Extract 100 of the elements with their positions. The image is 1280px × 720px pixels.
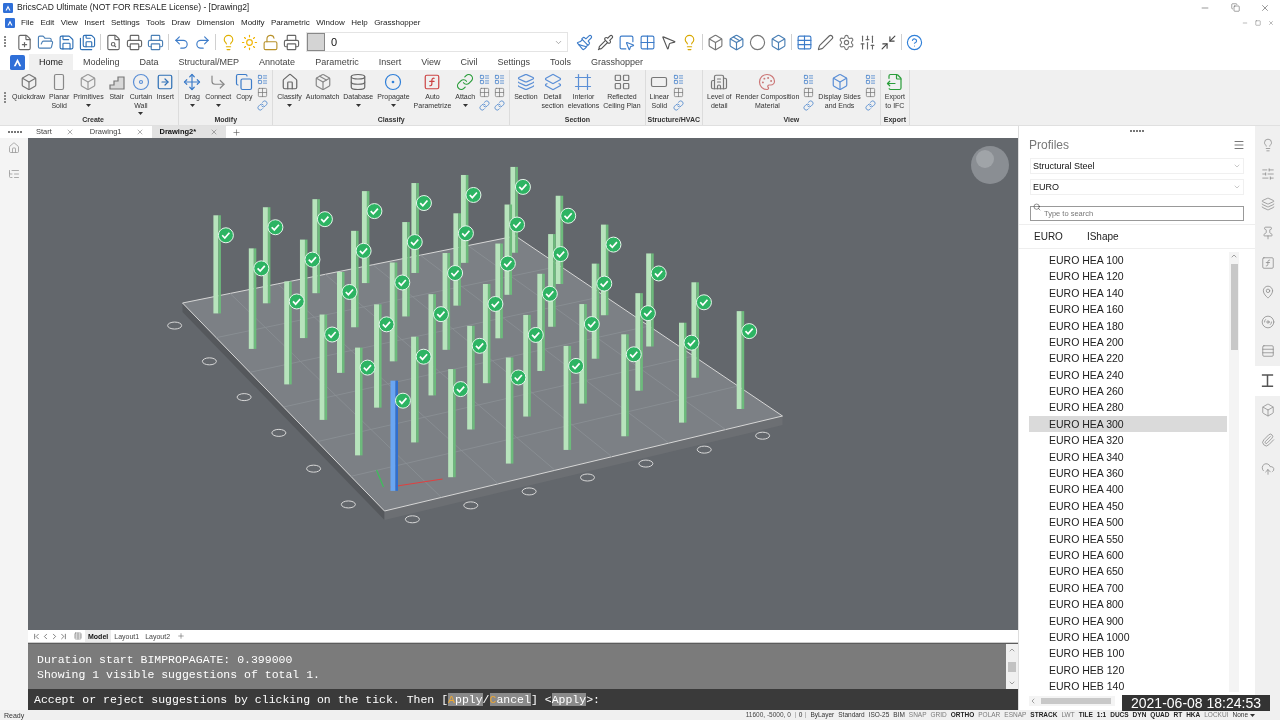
profile-list-item[interactable]: EURO HEA 650 <box>1029 563 1227 580</box>
package-icon[interactable] <box>728 33 745 51</box>
cube-icon[interactable] <box>707 33 724 51</box>
scrollbar-thumb[interactable] <box>1041 698 1111 704</box>
document-restore-icon[interactable] <box>1255 19 1261 26</box>
grid-icon[interactable] <box>639 33 656 51</box>
profile-list-item[interactable]: EURO HEA 180 <box>1029 317 1227 334</box>
close-icon[interactable] <box>1260 2 1270 13</box>
home-icon[interactable] <box>8 142 20 154</box>
scrollbar-thumb[interactable] <box>1008 661 1016 672</box>
vertical-scrollbar[interactable] <box>1229 252 1239 692</box>
plus-icon[interactable] <box>177 632 186 640</box>
profile-list-item[interactable]: EURO HEB 100 <box>1029 645 1227 662</box>
save-icon[interactable] <box>58 33 75 51</box>
sliders-icon[interactable] <box>859 33 876 51</box>
layers-icon[interactable] <box>1260 196 1275 211</box>
menu-icon[interactable] <box>1233 139 1245 151</box>
map-pin-icon[interactable] <box>1260 285 1275 300</box>
model-viewport[interactable] <box>28 138 1018 630</box>
open-folder-icon[interactable] <box>37 33 54 51</box>
scrollbar-thumb[interactable] <box>1230 264 1238 350</box>
scroll-down-icon[interactable] <box>1008 679 1016 687</box>
list-icon[interactable] <box>479 74 491 85</box>
profile-list-item[interactable]: EURO HEA 340 <box>1029 448 1227 466</box>
function-icon[interactable] <box>1260 255 1275 270</box>
scroll-left-icon[interactable] <box>1029 697 1037 705</box>
breadcrumb-item[interactable]: IShape <box>1086 231 1119 242</box>
last-page-icon[interactable] <box>59 631 68 641</box>
document-close-icon[interactable] <box>1268 19 1274 26</box>
cube-icon[interactable] <box>1260 403 1275 418</box>
link-icon[interactable] <box>803 100 815 111</box>
list-icon[interactable] <box>257 74 269 85</box>
profile-list-item[interactable]: EURO HEA 300 <box>1029 415 1227 433</box>
file-search-icon[interactable] <box>105 33 122 51</box>
grid-icon[interactable] <box>479 87 491 98</box>
profile-list-item[interactable]: EURO HEA 450 <box>1029 497 1227 515</box>
menu-item[interactable]: Tools <box>146 18 165 27</box>
printer-icon[interactable] <box>283 33 300 51</box>
pointer-select-icon[interactable] <box>618 33 635 51</box>
profile-list-item[interactable]: EURO HEA 260 <box>1029 383 1227 400</box>
menu-item[interactable]: Edit <box>40 18 55 27</box>
profile-list-item[interactable]: EURO HEA 160 <box>1029 301 1227 318</box>
link-icon[interactable] <box>494 100 506 111</box>
disc-icon[interactable] <box>1260 314 1275 329</box>
menu-item[interactable]: Modify <box>240 18 265 27</box>
profile-list-item[interactable]: EURO HEA 200 <box>1029 333 1227 351</box>
help-icon[interactable] <box>906 33 923 51</box>
profile-list-item[interactable]: EURO HEA 600 <box>1029 547 1227 564</box>
undo-icon[interactable] <box>173 33 190 51</box>
printer-icon[interactable] <box>147 33 164 51</box>
sun-icon[interactable] <box>241 33 258 51</box>
link-icon[interactable] <box>257 100 269 111</box>
open-lock-icon[interactable] <box>262 33 279 51</box>
profile-list-item[interactable]: EURO HEA 500 <box>1029 514 1227 531</box>
list-icon[interactable] <box>864 74 876 85</box>
cloud-upload-icon[interactable] <box>1260 462 1275 477</box>
app-logo-icon[interactable] <box>3 2 13 13</box>
profile-list-item[interactable]: EURO HEA 1000 <box>1029 629 1227 646</box>
menu-item[interactable]: Help <box>351 18 368 27</box>
horizontal-scrollbar[interactable] <box>1029 696 1115 706</box>
link-icon[interactable] <box>673 100 685 111</box>
pin-icon[interactable] <box>1260 226 1275 241</box>
profile-list-item[interactable]: EURO HEA 800 <box>1029 596 1227 613</box>
scroll-up-icon[interactable] <box>1008 646 1016 654</box>
profile-list-item[interactable]: EURO HEA 550 <box>1029 530 1227 548</box>
settings-icon[interactable] <box>838 33 855 51</box>
rows-icon[interactable] <box>1260 344 1275 359</box>
previous-page-icon[interactable] <box>41 631 50 641</box>
plus-icon[interactable] <box>232 127 242 137</box>
profile-list-item[interactable]: EURO HEA 900 <box>1029 612 1227 629</box>
eyedropper-icon[interactable] <box>597 33 614 51</box>
standard-dropdown[interactable]: EURO <box>1030 179 1244 195</box>
grid-icon[interactable] <box>257 87 269 98</box>
printer-icon[interactable] <box>126 33 143 51</box>
profile-list-item[interactable]: EURO HEA 280 <box>1029 399 1227 416</box>
pen-icon[interactable] <box>817 33 834 51</box>
profile-list-item[interactable]: EURO HEB 120 <box>1029 661 1227 679</box>
cursor-icon[interactable] <box>660 33 677 51</box>
profile-list-item[interactable]: EURO HEA 100 <box>1029 252 1227 269</box>
paintbrush-icon[interactable] <box>576 33 593 51</box>
profile-list-item[interactable]: EURO HEA 360 <box>1029 465 1227 482</box>
profile-list-item[interactable]: EURO HEA 700 <box>1029 579 1227 597</box>
sliders-icon[interactable] <box>1260 167 1275 182</box>
app-menu-icon[interactable] <box>5 17 15 28</box>
shrink-arrows-icon[interactable] <box>880 33 897 51</box>
menu-item[interactable]: Grasshopper <box>374 18 421 27</box>
paperclip-icon[interactable] <box>1260 432 1275 447</box>
circle-icon[interactable] <box>749 33 766 51</box>
category-dropdown[interactable]: Structural Steel <box>1030 158 1244 174</box>
link-icon[interactable] <box>479 100 491 111</box>
menu-item[interactable]: Draw <box>171 18 191 27</box>
grid-icon[interactable] <box>673 87 685 98</box>
first-page-icon[interactable] <box>32 631 41 641</box>
profile-list-item[interactable]: EURO HEA 240 <box>1029 366 1227 384</box>
menu-item[interactable]: Parametric <box>271 18 310 27</box>
menu-item[interactable]: Window <box>316 18 345 27</box>
new-file-icon[interactable] <box>16 33 33 51</box>
menu-item[interactable]: View <box>60 18 78 27</box>
menu-item[interactable]: Insert <box>84 18 105 27</box>
vertical-scrollbar[interactable] <box>1006 644 1018 689</box>
